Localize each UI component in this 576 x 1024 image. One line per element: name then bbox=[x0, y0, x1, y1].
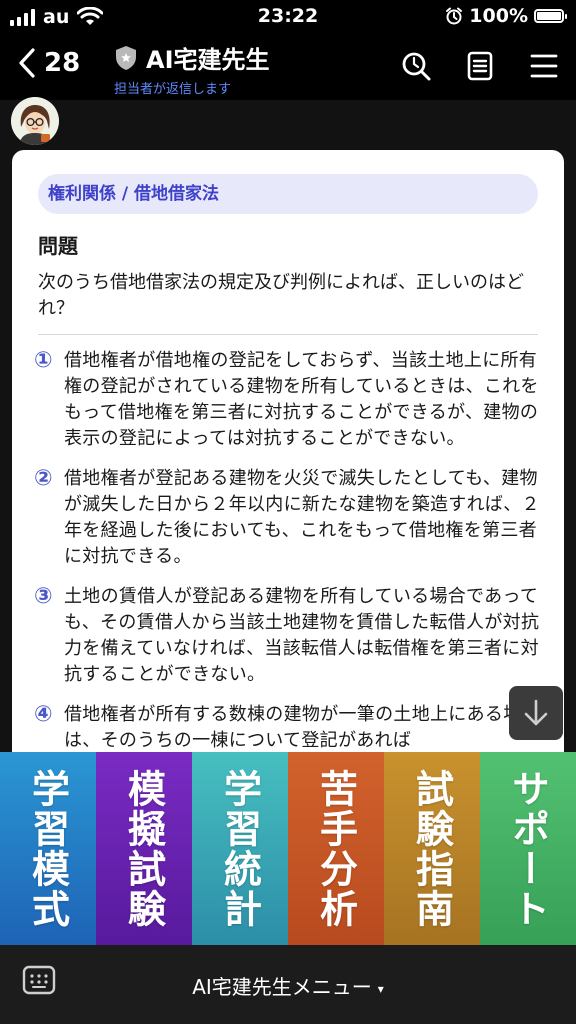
option-number: ③ bbox=[34, 584, 53, 609]
caret-down-icon: ▾ bbox=[377, 981, 384, 996]
question-heading: 問題 bbox=[38, 234, 78, 258]
menu-tile-weakness-analysis[interactable]: 苦手分析 bbox=[288, 752, 384, 945]
avatar[interactable] bbox=[11, 97, 59, 145]
hamburger-icon bbox=[530, 54, 558, 78]
chat-header: 28 AI宅建先生 担当者が返信します bbox=[0, 34, 576, 100]
rich-menu: 学習模式 模擬試験 学習統計 苦手分析 試験指南 サポート bbox=[0, 752, 576, 945]
notes-button[interactable] bbox=[462, 48, 498, 84]
tile-label: サポート bbox=[505, 768, 550, 929]
option-text: 土地の賃借人が登記ある建物を所有している場合であっても、その賃借人から当該土地建… bbox=[64, 586, 540, 685]
scroll-down-button[interactable] bbox=[509, 686, 563, 740]
option-number: ② bbox=[34, 466, 53, 491]
unread-count: 28 bbox=[44, 48, 81, 78]
category-label: 権利関係 / 借地借家法 bbox=[38, 174, 538, 214]
menu-tile-study-stats[interactable]: 学習統計 bbox=[192, 752, 288, 945]
page-title: AI宅建先生 bbox=[146, 46, 270, 74]
option-4[interactable]: ④ 借地権者が所有する数棟の建物が一筆の土地上にある場合は、そのうちの一棟につい… bbox=[34, 702, 542, 752]
option-text: 借地権者が登記ある建物を火災で滅失したとしても、建物が滅失した日から２年以内に新… bbox=[64, 468, 540, 567]
header-subtitle: 担当者が返信します bbox=[114, 82, 232, 97]
option-2[interactable]: ② 借地権者が登記ある建物を火災で滅失したとしても、建物が滅失した日から２年以内… bbox=[34, 466, 542, 570]
alarm-icon bbox=[446, 7, 463, 25]
back-button[interactable]: 28 bbox=[18, 48, 80, 78]
option-1[interactable]: ① 借地権者が借地権の登記をしておらず、当該土地上に所有権の登記がされている建物… bbox=[34, 348, 542, 452]
bottom-bar: AI宅建先生メニュー ▾ bbox=[0, 945, 576, 1024]
chevron-left-icon bbox=[19, 48, 35, 78]
battery-percent: 100% bbox=[469, 5, 528, 27]
shield-icon bbox=[116, 45, 136, 70]
tile-label: 試験指南 bbox=[409, 768, 454, 929]
question-text: 次のうち借地借家法の規定及び判例によれば、正しいのはどれ？ bbox=[38, 272, 524, 319]
option-3[interactable]: ③ 土地の賃借人が登記ある建物を所有している場合であっても、その賃借人から当該土… bbox=[34, 584, 542, 688]
search-button[interactable] bbox=[398, 48, 434, 84]
tile-label: 学習統計 bbox=[217, 768, 262, 929]
option-number: ④ bbox=[34, 702, 53, 727]
option-text: 借地権者が所有する数棟の建物が一筆の土地上にある場合は、そのうちの一棟について登… bbox=[64, 704, 540, 751]
notes-icon bbox=[467, 51, 493, 81]
arrow-down-icon bbox=[524, 699, 548, 726]
status-right: 100% bbox=[445, 5, 567, 27]
question-card: 権利関係 / 借地借家法 問題 次のうち借地借家法の規定及び判例によれば、正しい… bbox=[12, 150, 564, 752]
header-actions bbox=[398, 48, 562, 84]
menu-tile-support[interactable]: サポート bbox=[480, 752, 576, 945]
menu-tile-exam-guide[interactable]: 試験指南 bbox=[384, 752, 480, 945]
tile-label: 学習模式 bbox=[25, 768, 70, 929]
menu-button[interactable] bbox=[526, 48, 562, 84]
rich-menu-toggle[interactable]: AI宅建先生メニュー ▾ bbox=[0, 971, 576, 1000]
option-number: ① bbox=[34, 348, 53, 373]
battery-icon bbox=[534, 9, 567, 23]
title-area: AI宅建先生 担当者が返信します bbox=[114, 40, 270, 97]
option-text: 借地権者が借地権の登記をしておらず、当該土地上に所有権の登記がされている建物を所… bbox=[64, 350, 539, 449]
status-bar: au 23:22 100% bbox=[0, 0, 576, 34]
divider bbox=[38, 334, 538, 335]
options-list: ① 借地権者が借地権の登記をしておらず、当該土地上に所有権の登記がされている建物… bbox=[34, 348, 542, 752]
search-icon bbox=[402, 52, 431, 81]
teacher-avatar-icon bbox=[11, 97, 59, 145]
menu-tile-study-mode[interactable]: 学習模式 bbox=[0, 752, 96, 945]
menu-title: AI宅建先生メニュー bbox=[192, 975, 372, 999]
tile-label: 模擬試験 bbox=[121, 768, 166, 929]
menu-tile-mock-exam[interactable]: 模擬試験 bbox=[96, 752, 192, 945]
tile-label: 苦手分析 bbox=[313, 768, 358, 929]
